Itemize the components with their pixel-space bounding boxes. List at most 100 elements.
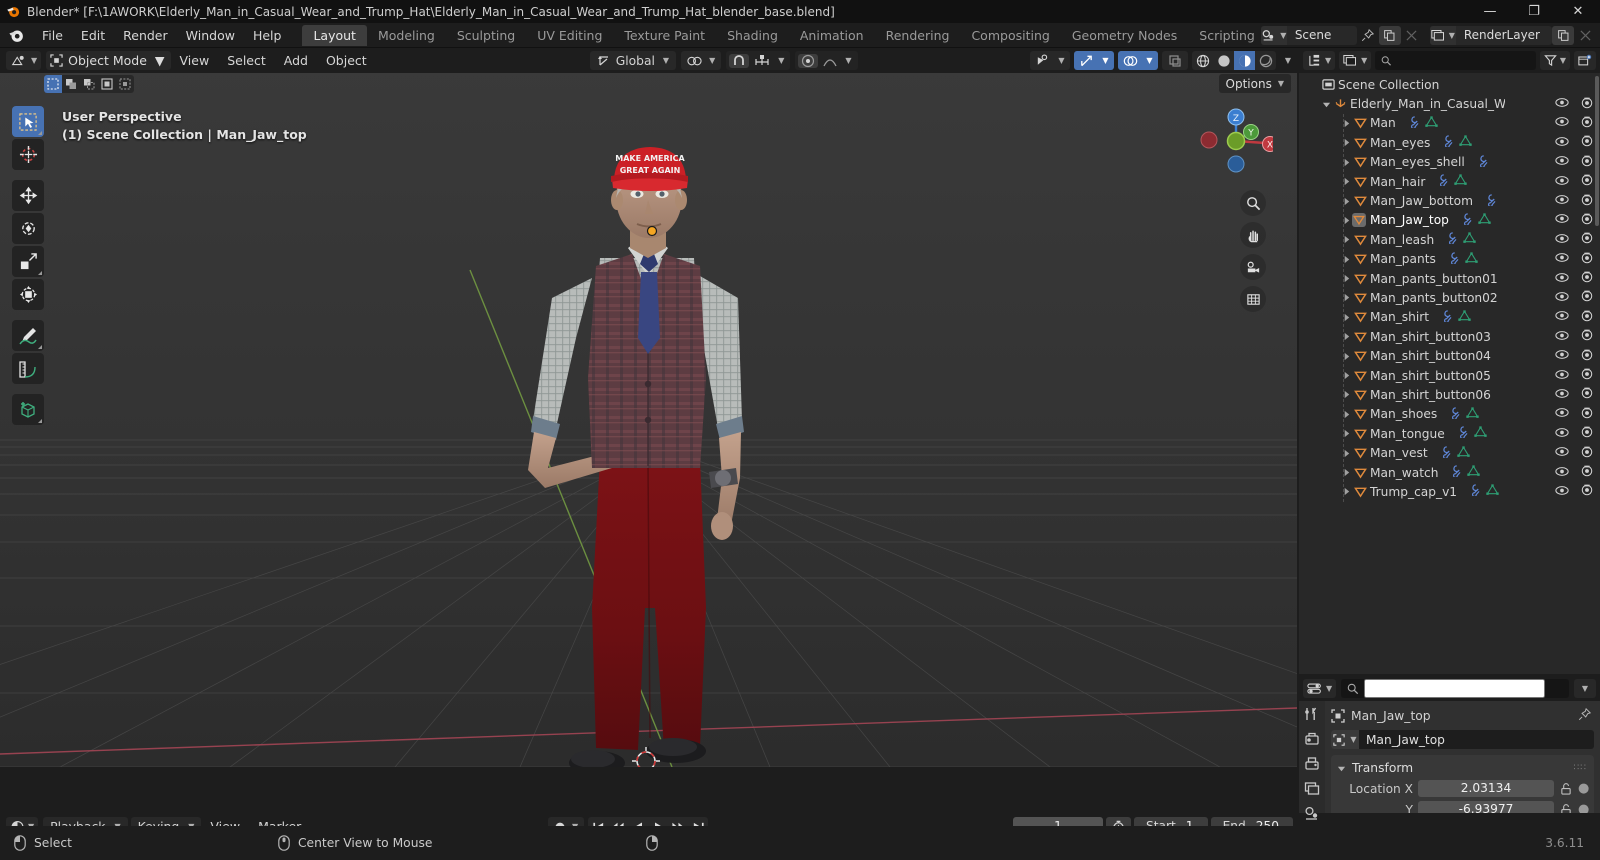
camera-render-icon[interactable] [1580, 271, 1594, 286]
outliner-row-object[interactable]: Man_eyes [1299, 133, 1600, 152]
solid-shading-button[interactable] [1213, 51, 1234, 70]
eye-icon[interactable] [1555, 272, 1569, 286]
expand-triangle-right-icon[interactable] [1339, 369, 1353, 383]
material-preview-shading-button[interactable] [1234, 51, 1255, 70]
camera-render-icon[interactable] [1580, 310, 1594, 325]
camera-render-icon[interactable] [1580, 97, 1594, 112]
eye-icon[interactable] [1555, 175, 1569, 189]
snap-group[interactable]: ▼ [726, 51, 791, 70]
outliner-search-field[interactable] [1397, 53, 1530, 68]
minimize-button[interactable]: — [1468, 0, 1512, 23]
tab-render-properties[interactable] [1302, 731, 1322, 747]
outliner-row-object[interactable]: Man_shirt_button05 [1299, 366, 1600, 385]
eye-icon[interactable] [1555, 349, 1569, 363]
tool-cursor[interactable] [12, 139, 44, 170]
shading-mode-group[interactable] [1192, 51, 1276, 70]
toggle-camera-view-icon[interactable] [1240, 254, 1266, 280]
tool-rotate[interactable] [12, 213, 44, 244]
editor-type-selector[interactable]: ▼ [6, 51, 42, 70]
3d-viewport[interactable]: MAKE AMERICA GREAT AGAIN ▼ Object Mode ▼… [0, 48, 1297, 767]
menu-window[interactable]: Window [177, 23, 244, 48]
outliner-row-object[interactable]: Man_tongue [1299, 424, 1600, 443]
eye-icon[interactable] [1555, 155, 1569, 169]
camera-render-icon[interactable] [1580, 290, 1594, 305]
pan-view-icon[interactable] [1240, 222, 1266, 248]
shading-options-dropdown[interactable]: ▼ [1280, 51, 1293, 70]
outliner-row-object[interactable]: Man_leash [1299, 230, 1600, 249]
modifier-icon[interactable] [1459, 213, 1472, 228]
outliner-row-object[interactable]: Man_Jaw_top [1299, 211, 1600, 230]
xray-icon[interactable] [1165, 51, 1185, 70]
tab-modeling[interactable]: Modeling [367, 25, 446, 46]
select-extend-icon[interactable] [62, 75, 80, 93]
mesh-data-icon[interactable] [1465, 252, 1478, 267]
outliner-editor-type-selector[interactable]: ▼ [1303, 51, 1336, 70]
outliner-row-object[interactable]: Man_shirt_button04 [1299, 346, 1600, 365]
outliner-panel[interactable]: ▼ ▼ ▼ Scene Collection Elderly_Man_in_Ca… [1299, 48, 1600, 674]
modifier-icon[interactable] [1440, 135, 1453, 150]
select-new-icon[interactable] [44, 75, 62, 93]
camera-render-icon[interactable] [1580, 155, 1594, 170]
modifier-icon[interactable] [1444, 232, 1457, 247]
menu-file[interactable]: File [33, 23, 72, 48]
eye-icon[interactable] [1555, 310, 1569, 324]
tool-add-cube[interactable] [12, 394, 44, 425]
tab-animation[interactable]: Animation [789, 25, 875, 46]
modifier-icon[interactable] [1447, 407, 1460, 422]
camera-render-icon[interactable] [1580, 349, 1594, 364]
properties-search-input[interactable] [1341, 679, 1569, 698]
outliner-row-object[interactable]: Man_pants [1299, 250, 1600, 269]
outliner-row-object[interactable]: Man_pants_button01 [1299, 269, 1600, 288]
scene-selector[interactable]: ▼ Scene [1260, 26, 1357, 45]
show-gizmo-toggle[interactable]: ▼ [1074, 51, 1114, 70]
blender-menu-logo-icon[interactable] [8, 27, 25, 44]
maximize-button[interactable]: ❐ [1512, 0, 1556, 23]
modifier-icon[interactable] [1483, 193, 1496, 209]
overlays-icon[interactable] [1120, 51, 1140, 70]
properties-search-field[interactable] [1364, 679, 1546, 698]
pivot-point-selector[interactable]: ▼ [681, 51, 722, 70]
close-button[interactable]: ✕ [1556, 0, 1600, 23]
tool-annotate[interactable] [12, 320, 44, 351]
snap-target-icon[interactable] [751, 54, 773, 68]
outliner-tree[interactable]: Scene Collection Elderly_Man_in_Casual_W… [1299, 73, 1600, 674]
tool-transform[interactable] [12, 279, 44, 310]
transform-value-field[interactable]: 2.03134 [1418, 780, 1554, 797]
mesh-data-icon[interactable] [1467, 465, 1481, 480]
expand-triangle-right-icon[interactable] [1339, 388, 1353, 402]
modifier-icon[interactable] [1439, 310, 1452, 325]
outliner-row-object[interactable]: Man_shirt [1299, 308, 1600, 327]
outliner-new-collection-button[interactable] [1574, 51, 1596, 70]
visibility-icon[interactable] [1032, 51, 1052, 70]
outliner-row-object[interactable]: Man_shirt_button06 [1299, 385, 1600, 404]
expand-triangle-right-icon[interactable] [1339, 485, 1353, 499]
properties-panel[interactable]: ▼ ▼ Man_Jaw_top ▼ Man_Jaw_top Transform … [1299, 676, 1600, 820]
pin-properties-icon[interactable] [1578, 707, 1592, 724]
menu-edit[interactable]: Edit [72, 23, 114, 48]
camera-render-icon[interactable] [1580, 426, 1594, 441]
tool-scale[interactable] [12, 246, 44, 277]
modifier-icon[interactable] [1448, 465, 1461, 480]
camera-render-icon[interactable] [1580, 329, 1594, 344]
tool-select-box[interactable] [12, 106, 44, 137]
mesh-data-icon[interactable] [1478, 213, 1491, 228]
tab-scene-properties[interactable] [1302, 806, 1322, 822]
expand-triangle-right-icon[interactable] [1339, 175, 1353, 189]
modifier-icon[interactable] [1446, 252, 1459, 267]
outliner-row-object[interactable]: Man_shoes [1299, 405, 1600, 424]
outliner-row-object[interactable]: Man_Jaw_bottom [1299, 191, 1600, 210]
outliner-display-mode-selector[interactable]: ▼ [1339, 51, 1372, 70]
proportional-edit-icon[interactable] [798, 53, 819, 68]
camera-render-icon[interactable] [1580, 252, 1594, 267]
tab-rendering[interactable]: Rendering [875, 25, 961, 46]
expand-triangle-right-icon[interactable] [1339, 310, 1353, 324]
eye-icon[interactable] [1555, 485, 1569, 499]
new-viewlayer-icon[interactable] [1552, 26, 1574, 45]
animate-property-icon[interactable]: ● [1578, 803, 1589, 814]
expand-triangle-right-icon[interactable] [1339, 446, 1353, 460]
mesh-data-icon[interactable] [1474, 426, 1487, 441]
camera-render-icon[interactable] [1580, 213, 1594, 228]
select-tool-modes[interactable] [44, 75, 134, 93]
expand-triangle-right-icon[interactable] [1339, 194, 1353, 208]
properties-editor-type-selector[interactable]: ▼ [1303, 679, 1337, 698]
